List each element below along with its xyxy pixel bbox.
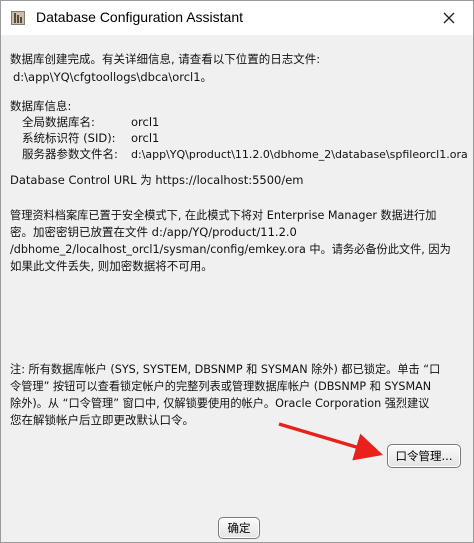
- spfile-value: d:\app\YQ\product\11.2.0\dbhome_2\databa…: [131, 148, 468, 161]
- repository-text-4: 如果此文件丢失, 则加密数据将不可用。: [10, 259, 213, 273]
- dialog-window: Database Configuration Assistant 数据库创建完成…: [0, 0, 474, 543]
- note-text-1: 注: 所有数据库帐户 (SYS, SYSTEM, DBSNMP 和 SYSMAN…: [10, 363, 441, 376]
- close-button[interactable]: [431, 5, 467, 31]
- note-text-4: 您在解锁帐户后立即更改默认口令。: [10, 413, 194, 427]
- password-management-button[interactable]: 口令管理...: [387, 444, 461, 468]
- db-info-heading: 数据库信息:: [10, 99, 72, 113]
- creation-message: 数据库创建完成。有关详细信息, 请查看以下位置的日志文件:: [10, 52, 321, 66]
- note-text-3: 除外)。从 “口令管理” 窗口中, 仅解锁要使用的帐户。Oracle Corpo…: [10, 397, 430, 410]
- ok-button[interactable]: 确定: [218, 517, 260, 539]
- control-url: Database Control URL 为 https://localhost…: [10, 173, 304, 187]
- repository-text-2: 密。加密密钥已放置在文件 d:/app/YQ/product/11.2.0: [10, 225, 297, 239]
- close-icon: [443, 12, 455, 24]
- window-title: Database Configuration Assistant: [36, 9, 244, 25]
- dialog-body: 数据库创建完成。有关详细信息, 请查看以下位置的日志文件: d:\app\YQ\…: [1, 35, 473, 542]
- global-db-name-label: 全局数据库名:: [22, 115, 95, 129]
- note-text-2: 令管理” 按钮可以查看锁定帐户的完整列表或管理数据库帐户 (DBSNMP 和 S…: [10, 380, 432, 393]
- repository-text-1: 管理资料档案库已置于安全模式下, 在此模式下将对 Enterprise Mana…: [10, 209, 437, 222]
- sid-value: orcl1: [131, 131, 160, 145]
- title-bar: Database Configuration Assistant: [1, 1, 473, 35]
- dbca-app-icon: [11, 11, 25, 25]
- log-path: d:\app\YQ\cfgtoollogs\dbca\orcl1。: [13, 70, 213, 84]
- spfile-label: 服务器参数文件名:: [22, 147, 118, 161]
- sid-label: 系统标识符 (SID):: [22, 131, 116, 145]
- global-db-name-value: orcl1: [131, 115, 160, 129]
- repository-text-3: /dbhome_2/localhost_orcl1/sysman/config/…: [10, 243, 451, 256]
